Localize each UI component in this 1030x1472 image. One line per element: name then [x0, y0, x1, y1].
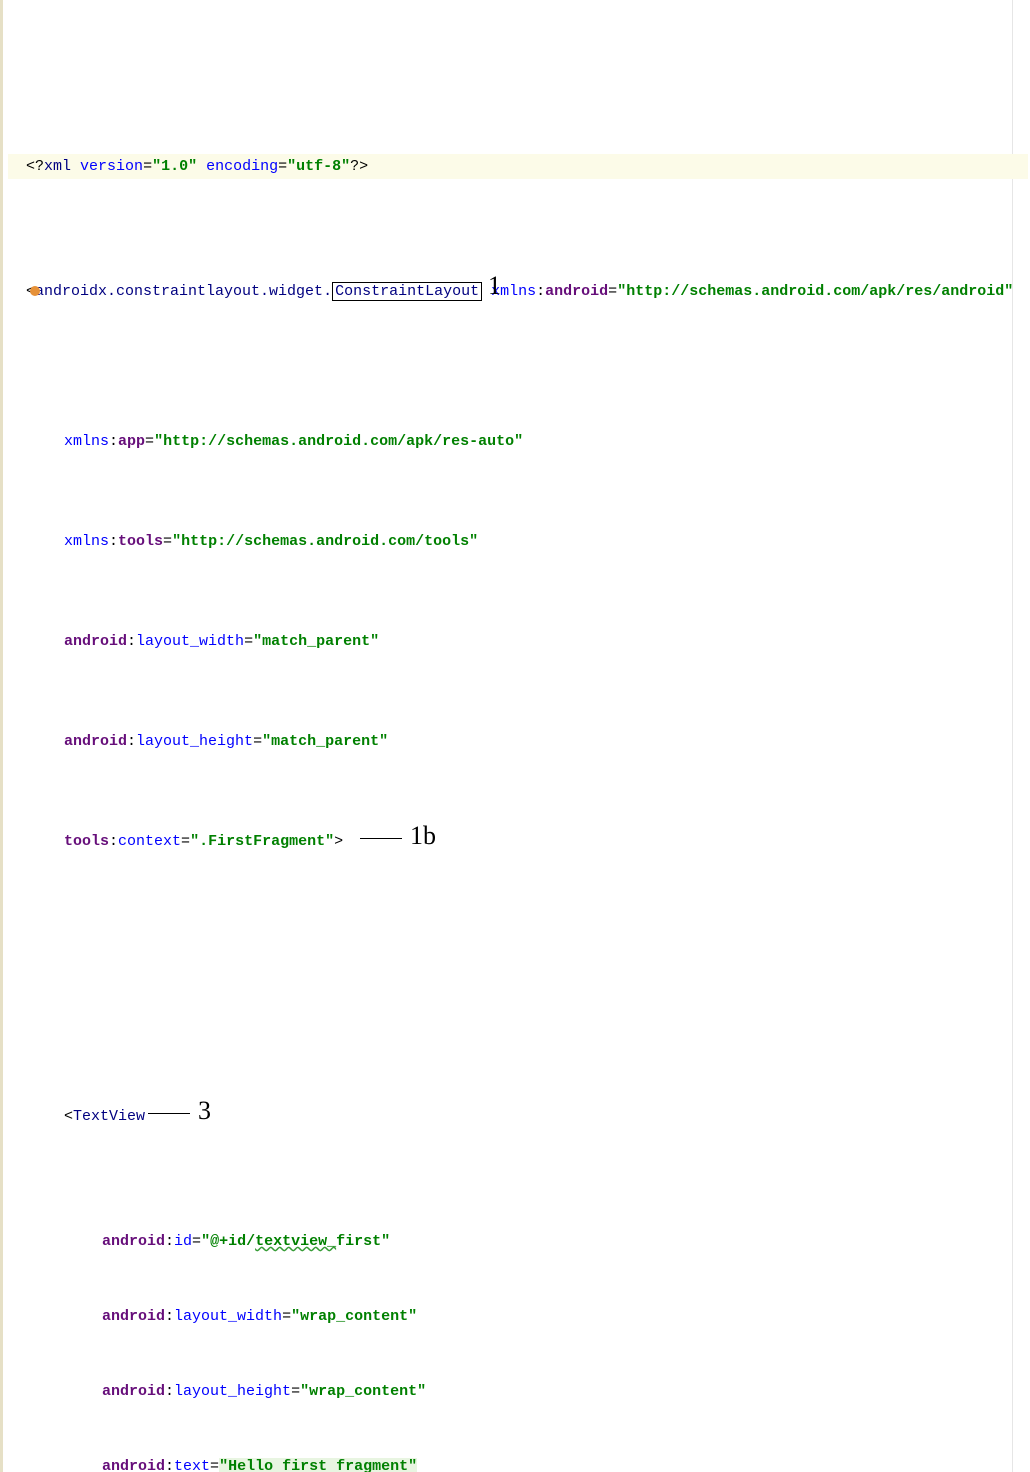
code-editor[interactable]: <?xml version="1.0" encoding="utf-8"?> <…: [0, 0, 1028, 1472]
change-marker: [0, 0, 3, 1472]
annotation-1: 1: [488, 273, 501, 298]
boxed-tag: ConstraintLayout: [332, 282, 482, 301]
code-line: android:text="Hello first fragment": [8, 1454, 1028, 1472]
breakpoint-icon[interactable]: [30, 286, 40, 296]
code-line: android:layout_width="wrap_content": [8, 1304, 1028, 1329]
annotation-1b: 1b: [360, 823, 436, 848]
code-line: <?xml version="1.0" encoding="utf-8"?>: [8, 154, 1028, 179]
code-line: android:id="@+id/textview_first": [8, 1229, 1028, 1254]
annotation-3: 3: [148, 1098, 211, 1123]
code-line: android:layout_width="match_parent": [8, 629, 1028, 654]
blank-line: [8, 979, 1028, 1004]
code-line: android:layout_height="wrap_content": [8, 1379, 1028, 1404]
code-line: android:layout_height="match_parent": [8, 729, 1028, 754]
code-line: tools:context=".FirstFragment"> 1b: [8, 829, 1028, 904]
code-line: xmlns:app="http://schemas.android.com/ap…: [8, 429, 1028, 454]
code-line: xmlns:tools="http://schemas.android.com/…: [8, 529, 1028, 554]
code-line: <TextView 3: [8, 1104, 1028, 1179]
code-line: <androidx.constraintlayout.widget.Constr…: [8, 279, 1028, 354]
